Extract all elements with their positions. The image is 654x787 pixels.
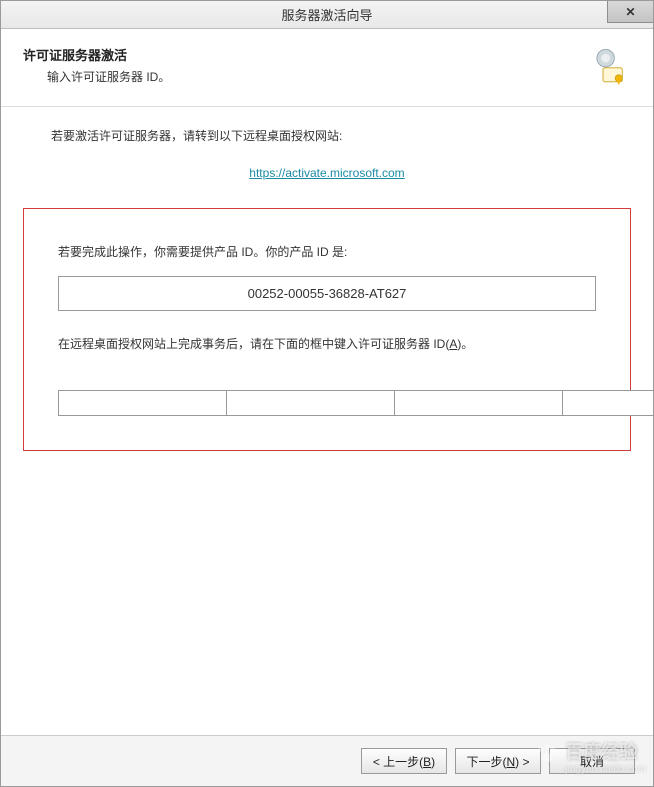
server-id-field-4[interactable] bbox=[562, 390, 653, 416]
wizard-content: 若要激活许可证服务器，请转到以下远程桌面授权网站: https://activa… bbox=[1, 107, 653, 735]
server-id-input-group bbox=[58, 390, 596, 416]
intro-text: 若要激活许可证服务器，请转到以下远程桌面授权网站: bbox=[51, 127, 631, 144]
titlebar: 服务器激活向导 ✕ bbox=[1, 1, 653, 29]
cancel-button[interactable]: 取消 bbox=[549, 748, 635, 774]
header-text-block: 许可证服务器激活 输入许可证服务器 ID。 bbox=[23, 45, 170, 85]
header-subheading: 输入许可证服务器 ID。 bbox=[47, 68, 170, 85]
server-id-field-2[interactable] bbox=[226, 390, 394, 416]
certificate-icon bbox=[589, 45, 631, 92]
back-button[interactable]: < 上一步(B) bbox=[361, 748, 447, 774]
wizard-footer: < 上一步(B) 下一步(N) > 取消 bbox=[1, 735, 653, 786]
product-id-display: 00252-00055-36828-AT627 bbox=[58, 276, 596, 311]
server-id-instruction: 在远程桌面授权网站上完成事务后，请在下面的框中键入许可证服务器 ID(A)。 bbox=[58, 335, 596, 352]
activation-link[interactable]: https://activate.microsoft.com bbox=[23, 166, 631, 180]
close-icon: ✕ bbox=[625, 5, 635, 19]
window-title: 服务器激活向导 bbox=[281, 5, 372, 24]
product-id-label: 若要完成此操作，你需要提供产品 ID。你的产品 ID 是: bbox=[58, 243, 596, 260]
next-button[interactable]: 下一步(N) > bbox=[455, 748, 541, 774]
close-button[interactable]: ✕ bbox=[607, 1, 653, 23]
server-id-field-1[interactable] bbox=[58, 390, 226, 416]
highlighted-section: 若要完成此操作，你需要提供产品 ID。你的产品 ID 是: 00252-0005… bbox=[23, 208, 631, 451]
wizard-window: 服务器激活向导 ✕ 许可证服务器激活 输入许可证服务器 ID。 若要激活许可证服… bbox=[0, 0, 654, 787]
server-id-field-3[interactable] bbox=[394, 390, 562, 416]
header-heading: 许可证服务器激活 bbox=[23, 45, 170, 64]
wizard-header: 许可证服务器激活 输入许可证服务器 ID。 bbox=[1, 29, 653, 107]
